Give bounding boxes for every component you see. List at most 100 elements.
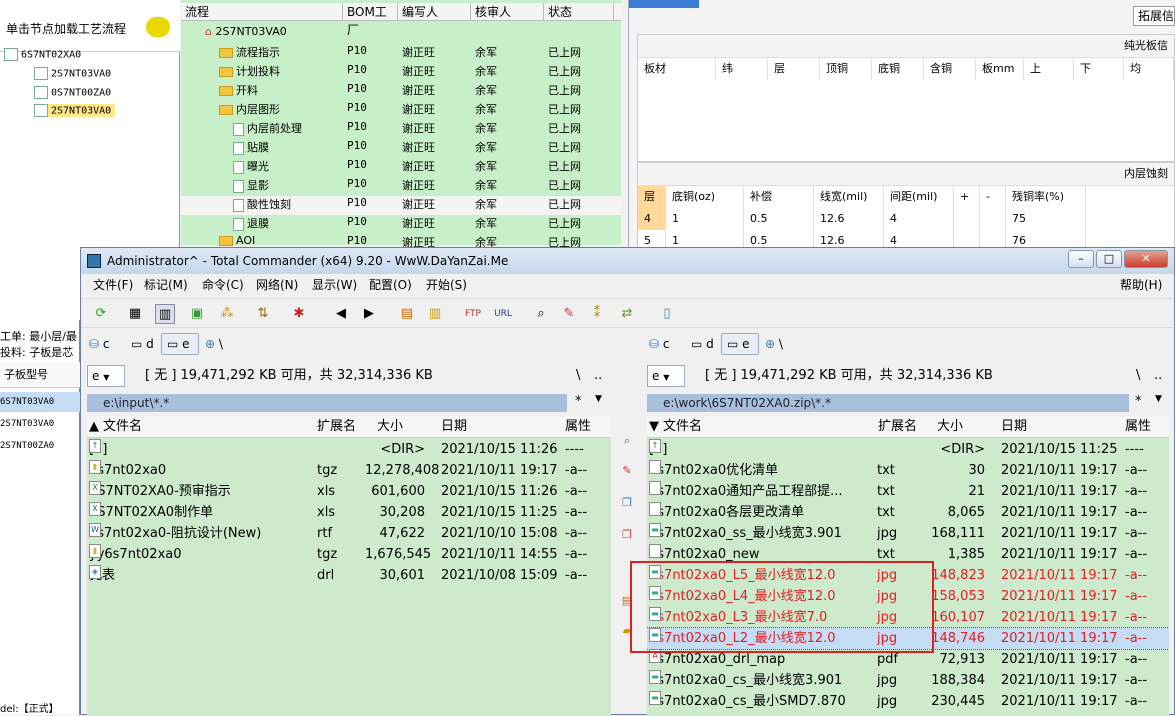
process-row[interactable]: 曝光 P10 谢正旺 余军 已上网 (181, 158, 621, 177)
path-bar-right[interactable]: e:\work\6S7NT02XA0.zip\*.* (647, 394, 1129, 412)
file-row[interactable]: 6s7nt02xa0各层更改清单 txt 8,065 2021/10/11 19:17… (647, 502, 1169, 523)
process-row[interactable]: 开料 P10 谢正旺 余军 已上网 (181, 82, 621, 101)
drive-d-button-right[interactable]: ▭ d (691, 334, 714, 354)
process-row[interactable]: 内层图形 P10 谢正旺 余军 已上网 (181, 101, 621, 120)
process-root[interactable]: ⌂ 2S7NT03VA0 (181, 25, 621, 44)
menu-help[interactable]: 帮助(H) (1120, 274, 1162, 296)
drive-combo-left[interactable]: e ▼ (87, 365, 125, 387)
file-row[interactable]: X 6S7NT02XA0-预审指示 xls 601,600 2021/10/15 11:… (87, 481, 611, 502)
etch-row[interactable]: 4 1 0.5 12.6 4 75 (638, 208, 1174, 230)
sub-board-row[interactable]: 2S7NT00ZA0 (0, 436, 80, 456)
col-bom-factory[interactable]: BOM工厂 (343, 3, 398, 37)
drive-e-button-right[interactable]: ▭ e (727, 334, 750, 354)
network-drive-button-right[interactable]: ⊕ \ (765, 334, 783, 354)
file-row[interactable]: ↑[..] <DIR> 2021/10/15 11:25 ---- (647, 439, 1169, 460)
grid-column-header[interactable]: 残铜率(%) (1006, 186, 1086, 208)
drive-c-button-right[interactable]: ⛁ c (649, 334, 670, 354)
process-row[interactable]: 显影 P10 谢正旺 余军 已上网 (181, 177, 621, 196)
col-size[interactable]: 大小 (377, 416, 403, 438)
title-bar[interactable]: Administrator^ - Total Commander (x64) 9… (81, 248, 1174, 274)
sync-icon[interactable]: ⇅ (253, 304, 273, 324)
menu-start[interactable]: 开始(S) (426, 274, 467, 296)
col-status[interactable]: 状态 (544, 3, 614, 20)
back-arrow-icon[interactable]: ◀ (331, 304, 351, 324)
menu-mark[interactable]: 标记(M) (144, 274, 188, 296)
grid-column-header[interactable]: 底铜 (872, 58, 924, 80)
filter-right[interactable]: * (1135, 394, 1142, 409)
move-file-icon[interactable]: ❐ (619, 528, 635, 544)
file-row[interactable]: X 6S7NT02XA0制作单 xls 30,208 2021/10/15 11:25-… (87, 502, 611, 523)
grid-column-header[interactable]: 线宽(mil) (814, 186, 884, 208)
col-attr[interactable]: 属性 (1125, 416, 1151, 438)
path-bar-left[interactable]: e:\input\*.* (87, 394, 567, 412)
file-row[interactable]: ▬ 6s7nt02xa0_cs_最小SMD7.870 jpg 230,445 2021/… (647, 691, 1169, 712)
grid-column-header[interactable]: + (954, 186, 980, 208)
col-attr[interactable]: 属性 (565, 416, 591, 438)
grid-column-header[interactable]: 下 (1074, 58, 1124, 80)
grid-column-header[interactable]: 含铜 (924, 58, 976, 80)
col-ext[interactable]: 扩展名 (317, 416, 356, 438)
file-row[interactable]: ◈ 孔表 drl 30,601 2021/10/08 15:09 -a-- (87, 565, 611, 586)
process-row[interactable]: 贴膜 P10 谢正旺 余军 已上网 (181, 139, 621, 158)
process-row[interactable]: 计划投料 P10 谢正旺 余军 已上网 (181, 63, 621, 82)
sync-dirs-icon[interactable]: ⇄ (617, 304, 637, 324)
grid-column-header[interactable]: 纬 (716, 58, 768, 80)
icons-view-icon[interactable]: ▦ (125, 304, 145, 324)
menu-show[interactable]: 显示(W) (312, 274, 357, 296)
file-row[interactable]: ▮ yy6s7nt02xa0 tgz 1,676,545 2021/10/11 14:5… (87, 544, 611, 565)
grid-column-header[interactable]: 上 (1024, 58, 1074, 80)
history-chevron-icon[interactable]: ▼ (1155, 394, 1162, 404)
grid-column-header[interactable]: 层 (768, 58, 820, 80)
file-row[interactable]: 6s7nt02xa0通知产品工程部提... txt 21 2021/10/11 19:… (647, 481, 1169, 502)
root-button-right[interactable]: \ (1136, 365, 1140, 387)
view-file-icon[interactable]: ⌕ (619, 434, 635, 450)
col-writer[interactable]: 编写人 (398, 3, 471, 20)
ftp-icon[interactable]: FTP (463, 304, 483, 324)
tab-extended-info[interactable]: 拓展信 (1133, 6, 1175, 26)
compare-icon[interactable]: ⁑ (587, 304, 607, 324)
tree-node[interactable]: 0S7NT00ZA0 (34, 86, 111, 99)
refresh-icon[interactable]: ⟳ (91, 304, 111, 324)
grid-column-header[interactable]: - (980, 186, 1006, 208)
grid-column-header[interactable]: 层 (638, 186, 666, 208)
close-button[interactable]: ✕ (1124, 250, 1168, 268)
tree-node-selected[interactable]: 2S7NT03VA0 (34, 104, 116, 117)
grid-column-header[interactable]: 底铜(oz) (666, 186, 744, 208)
col-size[interactable]: 大小 (937, 416, 963, 438)
grid-column-header[interactable]: 补偿 (744, 186, 814, 208)
pack-icon[interactable]: ▤ (397, 304, 417, 324)
process-row[interactable]: 酸性蚀刻 P10 谢正旺 余军 已上网 (181, 196, 621, 215)
col-reviewer[interactable]: 核审人 (471, 3, 544, 20)
drive-c-button[interactable]: ⛁ c (89, 334, 110, 354)
edit-file-icon[interactable]: ✎ (619, 464, 635, 480)
thumbnail-view-icon[interactable]: ▣ (187, 304, 207, 324)
root-button-left[interactable]: \ (576, 365, 580, 387)
col-date[interactable]: 日期 (1001, 416, 1027, 438)
drive-combo-right[interactable]: e ▼ (647, 365, 685, 387)
url-icon[interactable]: URL (493, 304, 513, 324)
sub-board-row[interactable]: 2S7NT03VA0 (0, 414, 80, 434)
process-row[interactable]: 内层前处理 P10 谢正旺 余军 已上网 (181, 120, 621, 139)
process-row[interactable]: 退膜 P10 谢正旺 余军 已上网 (181, 215, 621, 234)
menu-file[interactable]: 文件(F) (93, 274, 133, 296)
col-filename[interactable]: 文件名 (663, 416, 702, 438)
grid-column-header[interactable]: 板材 (638, 58, 716, 80)
notepad-icon[interactable]: ▯ (657, 304, 677, 324)
maximize-button[interactable]: □ (1096, 250, 1122, 268)
file-row[interactable]: W 6s7nt02xa0-阻抗设计(New) rtf 47,622 2021/10/10… (87, 523, 611, 544)
sub-board-row[interactable]: 6S7NT03VA0 (0, 392, 80, 412)
menu-commands[interactable]: 命令(C) (202, 274, 244, 296)
branch-view-icon[interactable]: ⁂ (217, 304, 237, 324)
col-process[interactable]: 流程 (181, 3, 343, 20)
process-row[interactable]: 流程指示 P10 谢正旺 余军 已上网 (181, 44, 621, 63)
file-row[interactable]: ▮ 6s7nt02xa0 tgz 12,278,408 2021/10/11 19:17… (87, 460, 611, 481)
copy-file-icon[interactable]: ❐ (619, 496, 635, 512)
tree-view-icon[interactable]: ▥ (155, 304, 175, 324)
up-button-right[interactable]: .. (1154, 365, 1162, 387)
col-ext[interactable]: 扩展名 (878, 416, 917, 438)
file-row[interactable]: 6s7nt02xa0优化清单 txt 30 2021/10/11 19:17 -a-- (647, 460, 1169, 481)
invert-selection-icon[interactable]: ✱ (289, 304, 309, 324)
history-chevron-icon[interactable]: ▼ (595, 394, 602, 404)
filter-left[interactable]: * (575, 394, 582, 409)
file-row[interactable]: ▬ 6s7nt02xa0_ss_最小线宽3.901 jpg 168,111 2021/1… (647, 523, 1169, 544)
